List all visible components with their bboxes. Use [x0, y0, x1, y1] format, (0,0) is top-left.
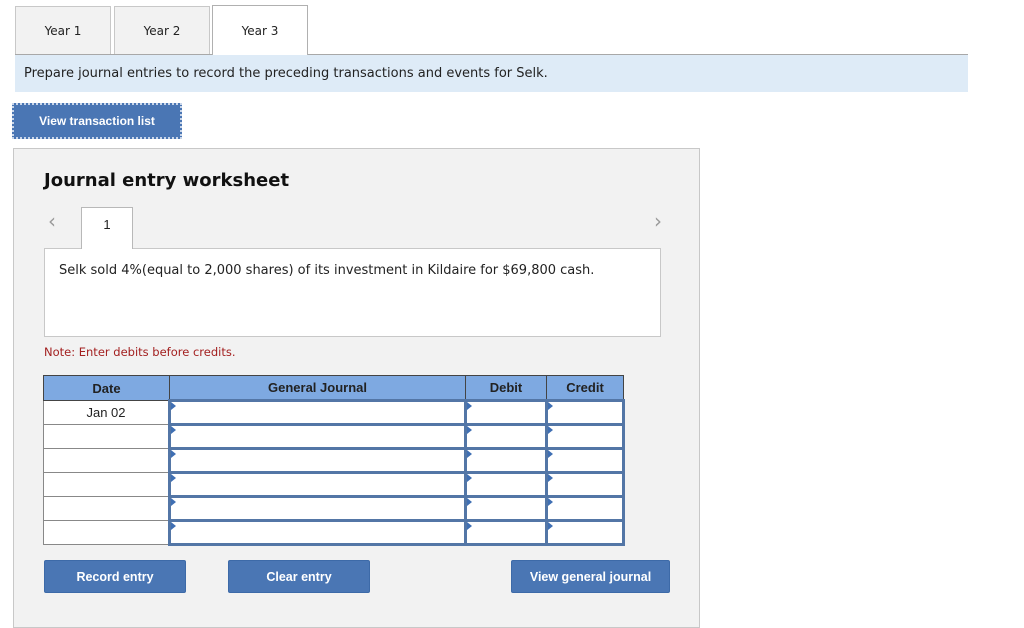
transaction-description-box: Selk sold 4%(equal to 2,000 shares) of i…	[44, 248, 661, 337]
account-input[interactable]	[168, 471, 467, 498]
journal-table: Date General Journal Debit Credit Jan 02	[43, 375, 625, 546]
debit-input[interactable]	[464, 423, 548, 450]
table-row	[43, 423, 625, 450]
header-date: Date	[43, 375, 170, 401]
debit-input[interactable]	[464, 495, 548, 522]
date-cell[interactable]: Jan 02	[43, 400, 170, 425]
account-input[interactable]	[168, 519, 467, 546]
header-credit: Credit	[546, 375, 624, 401]
debit-credit-note: Note: Enter debits before credits.	[44, 345, 236, 359]
debit-input[interactable]	[464, 399, 548, 426]
table-header-row: Date General Journal Debit Credit	[43, 375, 624, 401]
entry-tab-1[interactable]: 1	[81, 207, 133, 249]
credit-input[interactable]	[545, 423, 625, 450]
credit-input[interactable]	[545, 519, 625, 546]
header-general-journal: General Journal	[169, 375, 466, 401]
account-input[interactable]	[168, 447, 467, 474]
instruction-banner: Prepare journal entries to record the pr…	[15, 55, 968, 92]
credit-input[interactable]	[545, 495, 625, 522]
chevron-right-icon[interactable]: ›	[654, 211, 662, 231]
credit-input[interactable]	[545, 471, 625, 498]
record-entry-button[interactable]: Record entry	[44, 560, 186, 593]
account-input[interactable]	[168, 399, 467, 426]
date-cell[interactable]	[43, 448, 170, 473]
tab-year-3[interactable]: Year 3	[212, 5, 308, 55]
worksheet-title: Journal entry worksheet	[44, 170, 290, 191]
date-cell[interactable]	[43, 424, 170, 449]
debit-input[interactable]	[464, 471, 548, 498]
table-row	[43, 495, 625, 522]
date-cell[interactable]	[43, 520, 170, 545]
debit-input[interactable]	[464, 519, 548, 546]
account-input[interactable]	[168, 423, 467, 450]
account-input[interactable]	[168, 495, 467, 522]
clear-entry-button[interactable]: Clear entry	[228, 560, 370, 593]
credit-input[interactable]	[545, 399, 625, 426]
date-cell[interactable]	[43, 496, 170, 521]
view-general-journal-button[interactable]: View general journal	[511, 560, 670, 593]
table-row	[43, 471, 625, 498]
tab-year-2[interactable]: Year 2	[114, 6, 210, 55]
transaction-description: Selk sold 4%(equal to 2,000 shares) of i…	[59, 263, 595, 278]
view-transaction-list-button[interactable]: View transaction list	[12, 103, 182, 139]
date-cell[interactable]	[43, 472, 170, 497]
journal-entry-worksheet: Journal entry worksheet ‹ 1 › Selk sold …	[13, 148, 700, 628]
table-row	[43, 447, 625, 474]
table-row	[43, 519, 625, 546]
chevron-left-icon[interactable]: ‹	[48, 211, 56, 231]
table-row: Jan 02	[43, 399, 625, 426]
header-debit: Debit	[465, 375, 547, 401]
tab-year-1[interactable]: Year 1	[15, 6, 111, 55]
debit-input[interactable]	[464, 447, 548, 474]
credit-input[interactable]	[545, 447, 625, 474]
